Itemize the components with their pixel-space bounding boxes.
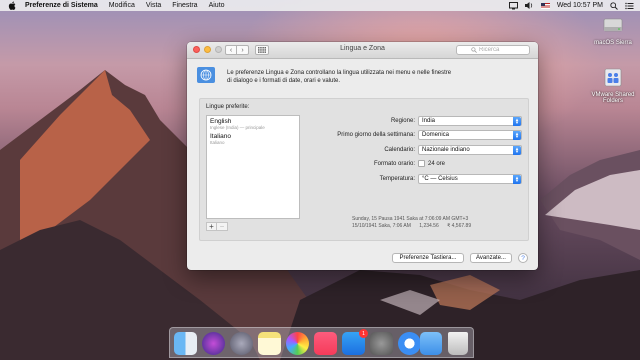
search-field[interactable] [456,45,530,55]
advanced-button[interactable]: Avanzate... [470,253,512,263]
siri-icon[interactable] [202,332,225,355]
description-text: Le preferenze Lingua e Zona controllano … [227,69,451,85]
app-store-icon[interactable]: 1 [342,329,368,355]
menu-item-aiuto[interactable]: Aiuto [209,2,225,9]
shared-folder-icon [604,68,622,87]
24h-label: 24 ore [428,160,446,167]
time-format-checkbox-row[interactable]: 24 ore [418,160,445,167]
time-format-label: Formato orario: [373,161,415,167]
dock: 1 [169,327,474,358]
first-day-value: Domenica [422,132,450,138]
system-preferences-icon[interactable] [370,332,393,355]
list-controls: + − [206,222,228,231]
photos-icon[interactable] [286,332,309,355]
temperature-row: Temperatura: [200,174,415,184]
region-value: India [422,118,436,124]
search-input[interactable] [479,47,524,53]
format-sample: Sunday, 15 Pausa 1941 Saka at 7:06:09 AM… [352,216,471,230]
region-popup[interactable]: India ▴ ▾ [418,116,522,126]
search-icon [471,47,477,53]
notification-center-icon[interactable] [625,2,634,10]
popup-arrows-icon: ▴ ▾ [513,175,521,184]
itunes-icon[interactable] [314,332,337,355]
notes-icon[interactable] [258,332,281,355]
preferences-window: ‹ › Lingua e Zona Le preferenze Lingua e… [187,42,538,270]
us-flag-icon[interactable] [540,2,550,9]
menu-app-name[interactable]: Preferenze di Sistema [25,2,98,9]
desktop-icon-label: VMware Shared Folders [591,92,635,104]
popup-arrows-icon: ▴ ▾ [513,131,521,140]
first-day-row: Primo giorno della settimana: [200,130,415,140]
description-line-1: Le preferenze Lingua e Zona controllano … [227,70,452,76]
popup-arrows-icon: ▴ ▾ [513,146,521,155]
menu-bar: Preferenze di Sistema Modifica Vista Fin… [0,0,640,11]
description-line-2: di dialogo e i formati di date, orari e … [227,78,341,84]
24h-checkbox[interactable] [418,160,425,167]
format-sample-line-1: Sunday, 15 Pausa 1941 Saka at 7:06:09 AM… [352,216,469,222]
region-row: Regione: [200,116,415,126]
finder-icon[interactable] [174,332,197,355]
desktop-icon-label: macOS Sierra [594,40,632,46]
calendar-popup[interactable]: Nazionale indiano ▴ ▾ [418,145,522,155]
time-format-row: Formato orario: [200,159,415,169]
un-flag-globe-icon [197,67,215,83]
preferred-languages-label: Lingue preferite: [206,104,250,110]
keyboard-preferences-button[interactable]: Preferenze Tastiera... [392,253,464,263]
add-language-button[interactable]: + [206,222,217,231]
hard-drive-icon [603,18,623,32]
format-sample-line-2: 15/10/1941 Saka, 7:06 AM 1,234.56 ₹ 4,56… [352,223,472,229]
calendar-row: Calendario: [200,145,415,155]
volume-icon[interactable] [524,2,534,9]
window-titlebar[interactable]: ‹ › Lingua e Zona [187,42,538,59]
temperature-label: Temperatura: [379,176,415,182]
remove-language-button[interactable]: − [217,222,228,231]
app-store-badge: 1 [359,329,368,338]
apple-logo-icon[interactable] [8,1,16,10]
first-day-popup[interactable]: Domenica ▴ ▾ [418,130,522,140]
desktop-icon-macos-sierra[interactable]: macOS Sierra [588,14,638,46]
safari-icon[interactable] [398,332,421,355]
first-day-label: Primo giorno della settimana: [337,132,415,138]
display-icon[interactable] [508,1,518,10]
temperature-popup[interactable]: °C — Celsius ▴ ▾ [418,174,522,184]
menu-item-vista[interactable]: Vista [146,2,161,9]
menu-item-modifica[interactable]: Modifica [109,2,135,9]
trash-icon[interactable] [448,332,468,355]
calendar-label: Calendario: [384,147,415,153]
temperature-value: °C — Celsius [422,176,458,182]
calendar-value: Nazionale indiano [422,147,470,153]
help-button[interactable]: ? [518,253,528,263]
desktop-icon-vmware-shared-folders[interactable]: VMware Shared Folders [588,66,638,104]
region-label: Regione: [390,118,415,124]
popup-arrows-icon: ▴ ▾ [513,117,521,126]
downloads-folder-icon[interactable] [420,332,442,355]
menu-clock[interactable]: Wed 10:57 PM [557,2,603,9]
menu-item-finestra[interactable]: Finestra [172,2,197,9]
pane-description: Le preferenze Lingua e Zona controllano … [197,66,528,88]
settings-panel: Lingue preferite: English Inglese (India… [199,98,529,241]
launchpad-icon[interactable] [230,332,253,355]
spotlight-search-icon[interactable] [610,1,618,10]
